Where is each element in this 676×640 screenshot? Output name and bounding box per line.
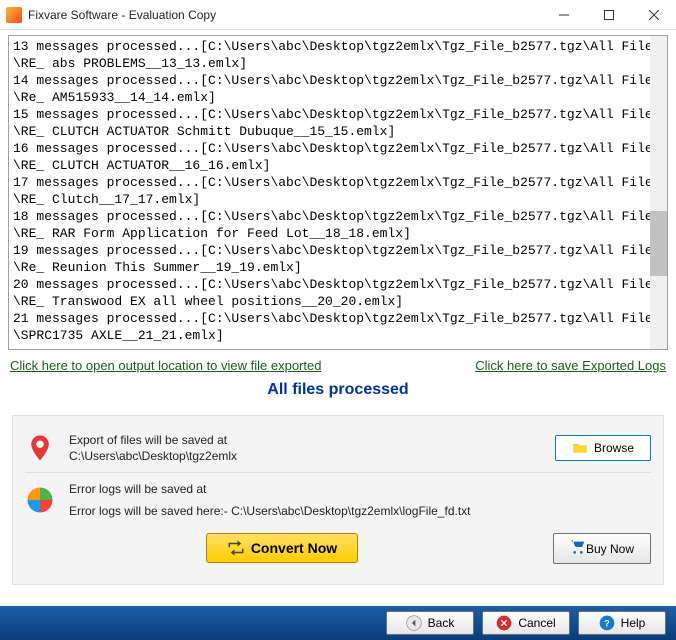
help-label: Help: [621, 616, 646, 630]
location-pin-icon: [25, 433, 55, 463]
help-icon: ?: [599, 615, 615, 631]
status-text: All files processed: [8, 377, 668, 409]
browse-button[interactable]: Browse: [555, 435, 651, 461]
log-scrollbar-thumb[interactable]: [650, 211, 667, 276]
footer-bar: Back Cancel ? Help: [0, 606, 676, 640]
window-title: Fixvare Software - Evaluation Copy: [28, 8, 541, 22]
cart-icon: [570, 539, 586, 558]
log-line: 14 messages processed...[C:\Users\abc\De…: [13, 72, 663, 106]
back-arrow-icon: [406, 615, 422, 631]
log-scrollbar-track[interactable]: [650, 36, 667, 349]
pie-chart-icon: [25, 485, 55, 515]
svg-text:?: ?: [604, 618, 610, 628]
log-line: 17 messages processed...[C:\Users\abc\De…: [13, 174, 663, 208]
buy-label: Buy Now: [586, 542, 634, 556]
log-line: 20 messages processed...[C:\Users\abc\De…: [13, 276, 663, 310]
browse-label: Browse: [594, 441, 634, 455]
convert-label: Convert Now: [251, 540, 337, 556]
back-button[interactable]: Back: [386, 611, 474, 635]
log-line: 21 messages processed...[C:\Users\abc\De…: [13, 310, 663, 344]
convert-now-button[interactable]: Convert Now: [206, 533, 358, 563]
minimize-button[interactable]: [541, 0, 586, 30]
buy-now-button[interactable]: Buy Now: [553, 533, 651, 564]
back-label: Back: [428, 616, 455, 630]
errorlog-detail: Error logs will be saved here:- C:\Users…: [69, 503, 651, 519]
cancel-icon: [496, 615, 512, 631]
help-button[interactable]: ? Help: [578, 611, 666, 635]
app-icon: [6, 7, 22, 23]
convert-icon: [227, 539, 245, 557]
log-line: 19 messages processed...[C:\Users\abc\De…: [13, 242, 663, 276]
export-label: Export of files will be saved at: [69, 432, 555, 448]
log-line: 18 messages processed...[C:\Users\abc\De…: [13, 208, 663, 242]
export-path: C:\Users\abc\Desktop\tgz2emlx: [69, 448, 555, 464]
log-line: 13 messages processed...[C:\Users\abc\De…: [13, 38, 663, 72]
cancel-button[interactable]: Cancel: [482, 611, 570, 635]
save-logs-link[interactable]: Click here to save Exported Logs: [475, 358, 666, 373]
settings-panel: Export of files will be saved at C:\User…: [12, 415, 664, 585]
titlebar: Fixvare Software - Evaluation Copy: [0, 0, 676, 30]
errorlog-label: Error logs will be saved at: [69, 481, 651, 497]
log-output: 13 messages processed...[C:\Users\abc\De…: [8, 35, 668, 350]
folder-icon: [572, 440, 588, 456]
close-button[interactable]: [631, 0, 676, 30]
log-line: 15 messages processed...[C:\Users\abc\De…: [13, 106, 663, 140]
maximize-button[interactable]: [586, 0, 631, 30]
log-line: 16 messages processed...[C:\Users\abc\De…: [13, 140, 663, 174]
open-output-link[interactable]: Click here to open output location to vi…: [10, 358, 321, 373]
cancel-label: Cancel: [518, 616, 555, 630]
